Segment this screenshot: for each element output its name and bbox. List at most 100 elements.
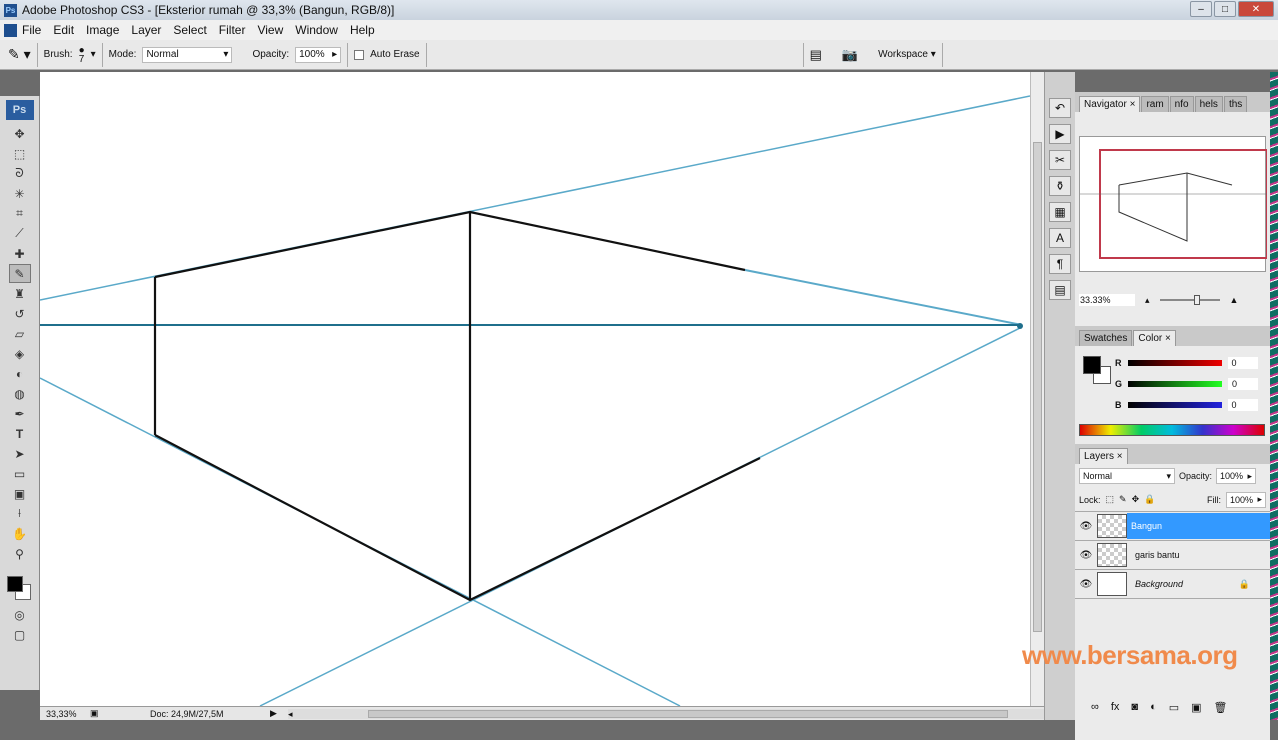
marquee-tool-icon[interactable]: ⬚	[9, 144, 31, 163]
layer-comps-icon[interactable]: ▤	[1049, 280, 1071, 300]
minimize-button[interactable]: –	[1190, 1, 1212, 17]
tab-layers[interactable]: Layers ×	[1079, 448, 1128, 464]
menu-edit[interactable]: Edit	[53, 23, 74, 37]
brushes-panel-icon[interactable]: ⚱	[1049, 176, 1071, 196]
paragraph-panel-icon[interactable]: ¶	[1049, 254, 1071, 274]
adjustment-layer-icon[interactable]: ◐	[1150, 701, 1157, 714]
color-ramp[interactable]	[1079, 424, 1265, 436]
menu-filter[interactable]: Filter	[219, 23, 246, 37]
tab-color[interactable]: Color ×	[1133, 330, 1176, 346]
bridge-icon[interactable]: 📷	[842, 47, 858, 63]
layer-opacity-field[interactable]: 100% ▸	[1216, 468, 1257, 484]
lock-pixels-icon[interactable]: ✎	[1119, 494, 1127, 505]
pencil-tool-icon[interactable]: ✎	[8, 264, 31, 283]
brush-dropdown-icon[interactable]: ▾	[91, 49, 96, 60]
navigator-preview[interactable]	[1079, 136, 1268, 272]
g-slider[interactable]	[1128, 381, 1223, 387]
maximize-button[interactable]: □	[1214, 1, 1236, 17]
zoom-in-icon[interactable]: ▲	[1230, 295, 1239, 305]
eraser-tool-icon[interactable]: ▱	[9, 324, 31, 343]
tool-presets-icon[interactable]: ✂	[1049, 150, 1071, 170]
layer-name[interactable]: Background	[1135, 579, 1239, 589]
burn-tool-icon[interactable]: ◍	[9, 384, 31, 403]
document-canvas[interactable]	[39, 72, 1031, 707]
pencil-tool-preset-icon[interactable]: ✎ ▾	[8, 46, 31, 63]
healing-tool-icon[interactable]: ✚	[9, 244, 31, 263]
menu-help[interactable]: Help	[350, 23, 375, 37]
character-panel-icon[interactable]: A	[1049, 228, 1071, 248]
tab-channels[interactable]: hels	[1194, 96, 1223, 112]
delete-layer-icon[interactable]: 🗑	[1214, 701, 1228, 714]
status-info-icon[interactable]: ▣	[90, 708, 150, 719]
add-mask-icon[interactable]: ◙	[1131, 701, 1138, 714]
horizontal-scrollbar[interactable]: ◂	[288, 708, 1044, 719]
crop-tool-icon[interactable]: ⌗	[9, 204, 31, 223]
clone-source-icon[interactable]: ▦	[1049, 202, 1071, 222]
menu-file[interactable]: File	[22, 23, 41, 37]
lock-all-icon[interactable]: 🔒	[1144, 494, 1155, 505]
layer-name[interactable]: Bangun	[1127, 513, 1270, 539]
g-value[interactable]: 0	[1228, 377, 1259, 390]
opacity-slider-arrow-icon[interactable]: ▸	[332, 49, 337, 60]
history-brush-tool-icon[interactable]: ↺	[9, 304, 31, 323]
layer-row-garis-bantu[interactable]: 👁 garis bantu	[1075, 541, 1270, 570]
clone-stamp-tool-icon[interactable]: ♜	[9, 284, 31, 303]
hand-tool-icon[interactable]: ✋	[9, 524, 31, 543]
path-select-tool-icon[interactable]: ➤	[9, 444, 31, 463]
lasso-tool-icon[interactable]: ᘐ	[9, 164, 31, 183]
magic-wand-tool-icon[interactable]: ✳	[9, 184, 31, 203]
vertical-scrollbar[interactable]	[1030, 72, 1044, 706]
visibility-eye-icon[interactable]: 👁	[1075, 579, 1097, 590]
visibility-eye-icon[interactable]: 👁	[1075, 521, 1097, 532]
zoom-readout[interactable]: 33,33%	[40, 709, 90, 719]
layer-style-icon[interactable]: fx	[1111, 701, 1120, 714]
notes-tool-icon[interactable]: ▣	[9, 484, 31, 503]
rectangle-tool-icon[interactable]: ▭	[9, 464, 31, 483]
menu-select[interactable]: Select	[173, 23, 206, 37]
layer-row-bangun[interactable]: 👁 Bangun	[1075, 512, 1270, 541]
tab-paths[interactable]: ths	[1223, 96, 1248, 112]
history-panel-icon[interactable]: ↶	[1049, 98, 1071, 118]
navigator-zoom-field[interactable]: 33.33%	[1079, 294, 1135, 306]
eyedropper-tool-icon[interactable]: ⟊	[9, 504, 31, 523]
b-slider[interactable]	[1127, 402, 1222, 408]
new-group-icon[interactable]: ▭	[1169, 701, 1179, 714]
auto-erase-checkbox[interactable]	[354, 49, 365, 60]
menu-window[interactable]: Window	[295, 23, 338, 37]
lock-transparency-icon[interactable]: ⬚	[1106, 494, 1115, 505]
menu-layer[interactable]: Layer	[131, 23, 161, 37]
opacity-field[interactable]: 100% ▸	[295, 46, 342, 63]
pen-tool-icon[interactable]: ✒	[9, 404, 31, 423]
paint-bucket-tool-icon[interactable]: ◈	[9, 344, 31, 363]
mode-select[interactable]: Normal ▾	[142, 46, 233, 63]
r-value[interactable]: 0	[1227, 356, 1258, 369]
type-tool-icon[interactable]: T	[9, 424, 31, 443]
status-menu-arrow-icon[interactable]: ▶	[270, 708, 288, 719]
visibility-eye-icon[interactable]: 👁	[1075, 550, 1097, 561]
tab-histogram[interactable]: ram	[1141, 96, 1169, 112]
foreground-color[interactable]	[1083, 356, 1101, 374]
lock-position-icon[interactable]: ✥	[1132, 494, 1140, 505]
scroll-thumb[interactable]	[368, 709, 1008, 718]
zoom-tool-icon[interactable]: ⚲	[9, 544, 31, 563]
menu-image[interactable]: Image	[86, 23, 119, 37]
new-layer-icon[interactable]: ▣	[1191, 701, 1201, 714]
navigator-zoom-slider[interactable]	[1159, 295, 1220, 305]
workspace-button[interactable]: Workspace ▾	[878, 49, 936, 60]
quick-mask-icon[interactable]: ◎	[9, 605, 31, 624]
actions-panel-icon[interactable]: ▶	[1049, 124, 1071, 144]
zoom-out-icon[interactable]: ▴	[1145, 295, 1150, 306]
slice-tool-icon[interactable]: ⟋	[9, 224, 31, 243]
tab-navigator[interactable]: Navigator ×	[1079, 96, 1141, 112]
palette-well-icon[interactable]: ▤	[810, 47, 822, 63]
brush-picker[interactable]: ● 7	[79, 45, 85, 64]
screen-mode-icon[interactable]: ▢	[9, 625, 31, 644]
blend-mode-select[interactable]: Normal ▾	[1079, 468, 1175, 484]
layer-name[interactable]: garis bantu	[1135, 550, 1180, 560]
r-slider[interactable]	[1127, 360, 1222, 366]
move-tool-icon[interactable]: ✥	[9, 124, 31, 143]
tab-swatches[interactable]: Swatches	[1079, 330, 1133, 346]
foreground-color-swatch[interactable]	[7, 576, 23, 592]
link-layers-icon[interactable]: ∞	[1091, 701, 1099, 714]
dodge-tool-icon[interactable]: ◐	[9, 364, 31, 383]
